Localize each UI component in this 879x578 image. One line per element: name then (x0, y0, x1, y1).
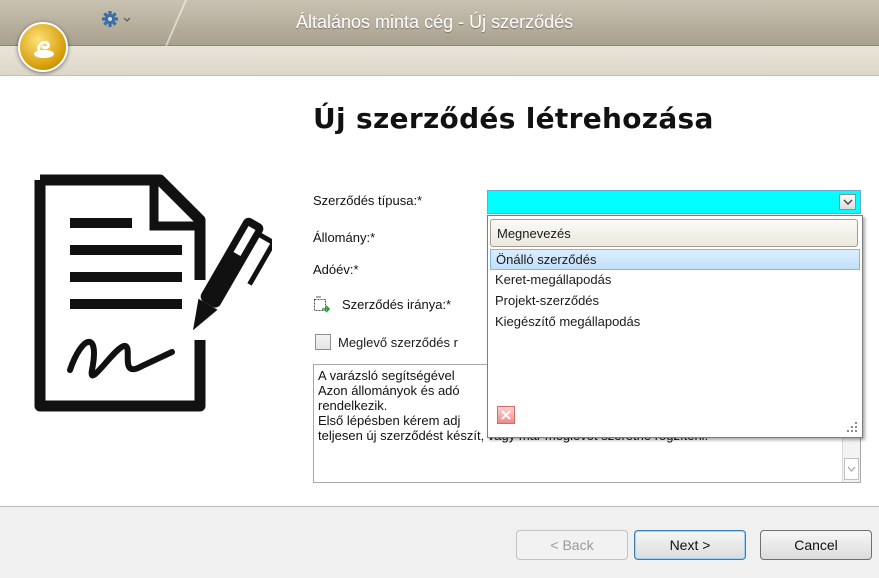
next-button[interactable]: Next > (634, 530, 746, 560)
direction-label: Szerződés iránya:* (342, 297, 452, 312)
scroll-down-button[interactable] (844, 458, 859, 480)
page-title: Új szerződés létrehozása (313, 102, 714, 135)
chevron-down-icon (843, 199, 853, 205)
contract-illustration (22, 170, 277, 420)
contract-type-dropdown: Megnevezés Önálló szerződés Keret-megáll… (487, 215, 863, 438)
dropdown-option-keret[interactable]: Keret-megállapodás (490, 270, 860, 291)
resize-grip-icon[interactable] (846, 421, 858, 433)
cancel-button[interactable]: Cancel (760, 530, 872, 560)
direction-swap-button[interactable] (313, 296, 331, 314)
title-bar: Általános minta cég - Új szerződés (0, 0, 879, 46)
stock-label: Állomány:* (313, 230, 376, 245)
contract-type-label: Szerződés típusa:* (313, 193, 423, 208)
dropdown-column-header[interactable]: Megnevezés (490, 219, 858, 247)
dropdown-option-kiegeszito[interactable]: Kiegészítő megállapodás (490, 312, 860, 333)
back-button[interactable]: < Back (516, 530, 628, 560)
existing-contract-checkbox[interactable] (315, 334, 331, 350)
dropdown-option-projekt[interactable]: Projekt-szerződés (490, 291, 860, 312)
tax-year-label: Adóév:* (313, 262, 359, 277)
existing-contract-label: Meglevő szerződés r (338, 335, 458, 350)
contract-type-select[interactable] (487, 190, 861, 214)
footer-bar (0, 507, 879, 578)
chevron-down-icon (847, 466, 856, 472)
dropdown-clear-button[interactable] (497, 406, 515, 424)
app-orb-button[interactable] (18, 22, 68, 72)
direction-swap-icon (314, 296, 331, 313)
window-title: Általános minta cég - Új szerződés (296, 12, 574, 32)
close-icon (501, 410, 511, 420)
contract-signature-icon (34, 174, 277, 412)
dropdown-option-onallo[interactable]: Önálló szerződés (490, 249, 860, 270)
dropdown-list: Önálló szerződés Keret-megállapodás Proj… (490, 249, 860, 333)
gear-icon (102, 11, 131, 27)
ribbon-strip (0, 46, 879, 76)
contract-type-dropdown-button[interactable] (839, 194, 856, 210)
app-orb-icon (34, 40, 54, 58)
existing-contract-checkbox-row[interactable]: Meglevő szerződés r (315, 333, 490, 353)
title-separator (165, 0, 187, 46)
settings-menu-button[interactable] (100, 8, 136, 30)
